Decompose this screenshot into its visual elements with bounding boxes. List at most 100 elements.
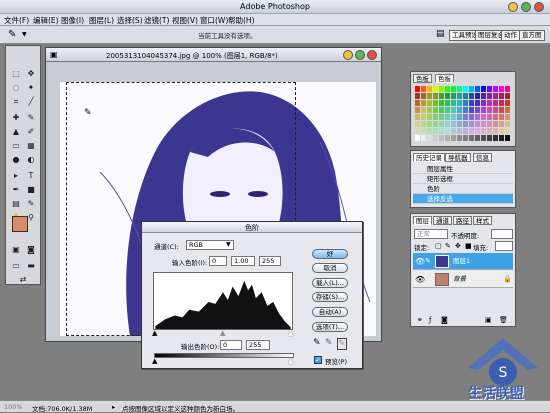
color-swatch[interactable]	[433, 107, 438, 113]
color-swatch[interactable]	[445, 86, 450, 92]
eraser-tool-icon[interactable]: ▭	[10, 140, 22, 152]
input-white-field[interactable]: 255	[259, 256, 281, 266]
input-gamma-field[interactable]: 1.00	[231, 256, 255, 266]
color-swatch[interactable]	[439, 114, 444, 120]
mask-icon[interactable]: ◙	[441, 316, 448, 324]
color-swatch[interactable]	[481, 135, 486, 141]
color-swatch[interactable]	[457, 100, 462, 106]
color-swatch[interactable]	[427, 86, 432, 92]
zoom-field[interactable]: 100%	[4, 403, 23, 411]
new-layer-icon[interactable]: ▣	[485, 316, 492, 324]
tab-styles[interactable]: 样式	[473, 216, 492, 225]
color-swatch[interactable]	[481, 128, 486, 134]
color-swatch[interactable]	[427, 135, 432, 141]
color-swatch[interactable]	[439, 100, 444, 106]
color-swatch[interactable]	[505, 100, 510, 106]
color-swatch[interactable]	[421, 100, 426, 106]
color-swatch[interactable]	[469, 86, 474, 92]
type-tool-icon[interactable]: T	[25, 170, 37, 182]
color-swatch[interactable]	[415, 107, 420, 113]
color-swatch[interactable]	[469, 128, 474, 134]
lock-all-icon[interactable]: ■	[465, 242, 472, 250]
color-swatch[interactable]	[499, 121, 504, 127]
color-swatch[interactable]	[427, 100, 432, 106]
history-item[interactable]: 图层属性	[413, 164, 513, 174]
standard-mode-icon[interactable]: ▣	[10, 244, 22, 256]
doc-close-button[interactable]	[367, 50, 377, 60]
color-swatch[interactable]	[463, 86, 468, 92]
white-output-slider[interactable]: ▲	[288, 357, 293, 365]
menu-image[interactable]: 图像(I)	[61, 15, 84, 26]
color-swatch[interactable]	[475, 114, 480, 120]
fullscreen-mode-icon[interactable]: ▬	[25, 260, 37, 272]
color-swatch[interactable]	[445, 121, 450, 127]
color-swatch[interactable]	[493, 114, 498, 120]
color-swatch[interactable]	[457, 128, 462, 134]
history-item-selected[interactable]: 选择反选	[413, 194, 513, 204]
path-select-icon[interactable]: ▸	[10, 170, 22, 182]
color-swatch[interactable]	[487, 93, 492, 99]
blend-mode-select[interactable]: 正常	[414, 229, 448, 239]
color-swatch[interactable]	[415, 128, 420, 134]
color-swatch[interactable]	[493, 128, 498, 134]
black-eyedropper-icon[interactable]: ✎	[313, 338, 321, 348]
tab-info[interactable]: 信息	[473, 153, 492, 162]
color-swatch[interactable]	[475, 121, 480, 127]
color-swatch[interactable]	[415, 135, 420, 141]
color-swatch[interactable]	[421, 107, 426, 113]
tab-color[interactable]: 色板	[413, 74, 432, 83]
history-brush-icon[interactable]: ✐	[25, 126, 37, 138]
healing-brush-icon[interactable]: ✚	[10, 112, 22, 124]
lasso-tool-icon[interactable]: ◌	[10, 82, 22, 94]
color-swatch[interactable]	[493, 121, 498, 127]
color-swatch[interactable]	[463, 114, 468, 120]
black-output-slider[interactable]: ▲	[152, 357, 157, 365]
color-swatch[interactable]	[469, 107, 474, 113]
color-swatch[interactable]	[451, 114, 456, 120]
color-swatch[interactable]	[427, 121, 432, 127]
input-black-field[interactable]: 0	[209, 256, 227, 266]
color-swatch[interactable]	[493, 86, 498, 92]
history-item[interactable]: 矩形选框	[413, 174, 513, 184]
arrow-right-icon[interactable]: ▸	[112, 403, 115, 411]
color-swatch[interactable]	[499, 86, 504, 92]
color-swatch[interactable]	[481, 121, 486, 127]
link-layers-icon[interactable]: ⚭	[417, 316, 423, 324]
color-swatch[interactable]	[457, 107, 462, 113]
doc-maximize-button[interactable]	[355, 50, 365, 60]
color-swatch[interactable]	[463, 93, 468, 99]
color-swatch[interactable]	[487, 107, 492, 113]
color-swatch[interactable]	[481, 93, 486, 99]
color-swatch[interactable]	[505, 86, 510, 92]
color-swatch[interactable]	[487, 86, 492, 92]
color-swatch[interactable]	[439, 135, 444, 141]
color-swatch[interactable]	[445, 107, 450, 113]
menu-view[interactable]: 视图(V)	[172, 15, 198, 26]
color-swatch[interactable]	[481, 86, 486, 92]
color-swatch[interactable]	[475, 100, 480, 106]
trash-icon[interactable]: 🗑	[499, 316, 508, 324]
menu-window[interactable]: 窗口(W)	[200, 15, 228, 26]
color-swatch[interactable]	[487, 121, 492, 127]
menu-edit[interactable]: 编辑(E)	[33, 15, 59, 26]
auto-button[interactable]: 自动(A)	[312, 307, 348, 317]
color-swatch[interactable]	[433, 93, 438, 99]
color-swatch[interactable]	[451, 128, 456, 134]
color-swatch[interactable]	[505, 93, 510, 99]
color-swatch[interactable]	[451, 107, 456, 113]
color-swatch[interactable]	[433, 121, 438, 127]
color-swatch[interactable]	[421, 93, 426, 99]
color-swatch[interactable]	[433, 100, 438, 106]
black-input-slider[interactable]: ▲	[152, 329, 157, 337]
tab-navigator[interactable]: 导航器	[445, 153, 471, 162]
color-swatch[interactable]	[505, 121, 510, 127]
color-swatch[interactable]	[439, 107, 444, 113]
color-swatch[interactable]	[451, 93, 456, 99]
color-swatch[interactable]	[415, 93, 420, 99]
color-swatch[interactable]	[475, 107, 480, 113]
color-swatch[interactable]	[427, 93, 432, 99]
color-swatch[interactable]	[469, 121, 474, 127]
lock-position-icon[interactable]: ✥	[455, 242, 461, 250]
menu-help[interactable]: 帮助(H)	[228, 15, 255, 26]
color-swatch[interactable]	[451, 100, 456, 106]
